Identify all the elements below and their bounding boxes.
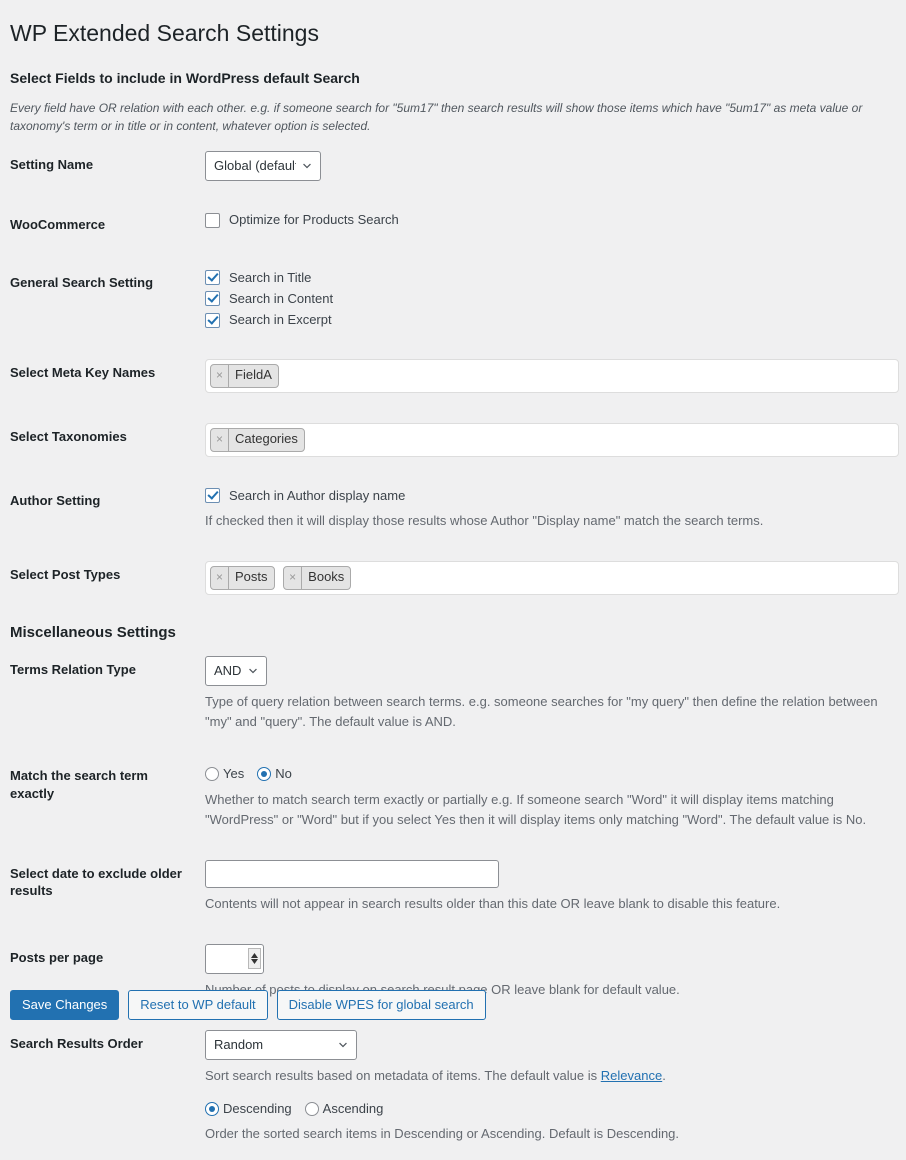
post-types-multiselect[interactable]: × Posts × Books (205, 561, 899, 596)
label-exclude-date: Select date to exclude older results (10, 865, 182, 899)
search-in-excerpt-label[interactable]: Search in Excerpt (229, 311, 332, 329)
action-button-bar: Save Changes Reset to WP default Disable… (0, 990, 486, 1020)
row-taxonomies: Select Taxonomies × Categories (10, 408, 906, 472)
label-meta-keys: Select Meta Key Names (10, 365, 156, 381)
section-title-fields: Select Fields to include in WordPress de… (10, 69, 360, 86)
results-order-desc-suffix: . (662, 1068, 666, 1084)
post-type-chip[interactable]: × Books (283, 566, 352, 591)
results-order-select[interactable]: Random (205, 1030, 357, 1061)
results-order-description: Sort search results based on metadata of… (205, 1066, 895, 1086)
label-match-exact: Match the search term exactly (10, 768, 148, 801)
label-post-types: Select Post Types (10, 567, 121, 583)
remove-chip-icon[interactable]: × (211, 429, 230, 451)
terms-relation-description: Type of query relation between search te… (205, 694, 878, 730)
fields-form-table: Setting Name Global (default) WooCommerc… (10, 136, 906, 610)
search-in-excerpt-checkbox[interactable] (205, 312, 220, 328)
row-exclude-date: Select date to exclude older results Con… (10, 845, 906, 929)
order-ascending-radio[interactable] (304, 1102, 319, 1117)
row-meta-keys: Select Meta Key Names × FieldA (10, 344, 906, 408)
label-taxonomies: Select Taxonomies (10, 429, 127, 445)
results-order-select-wrap: Random (205, 1030, 357, 1061)
label-woocommerce: WooCommerce (10, 217, 106, 233)
save-changes-button[interactable]: Save Changes (10, 990, 120, 1020)
remove-chip-icon[interactable]: × (211, 365, 230, 388)
label-setting-name: Setting Name (10, 157, 94, 173)
match-exact-description: Whether to match search term exactly or … (205, 791, 867, 827)
taxonomy-chip[interactable]: × Categories (210, 428, 305, 452)
reset-to-wp-default-button[interactable]: Reset to WP default (128, 990, 268, 1020)
row-post-types: Select Post Types × Posts × Books (10, 546, 906, 610)
match-exact-yes-label[interactable]: Yes (223, 765, 244, 783)
general-search-item-content[interactable]: Search in Content (205, 290, 896, 308)
disable-wpes-button[interactable]: Disable WPES for global search (276, 990, 486, 1020)
post-type-chip-label: Books (308, 569, 345, 585)
row-author-setting: Author Setting Search in Author display … (10, 472, 906, 546)
stepper-buttons[interactable] (248, 947, 261, 969)
taxonomy-chip-label: Categories (235, 431, 298, 447)
search-in-title-label[interactable]: Search in Title (229, 269, 311, 287)
author-display-name-checkbox[interactable] (205, 488, 220, 504)
remove-chip-icon[interactable]: × (284, 567, 303, 590)
label-terms-relation: Terms Relation Type (10, 662, 136, 678)
author-setting-description: If checked then it will display those re… (205, 513, 764, 529)
page-title: WP Extended Search Settings (10, 20, 319, 46)
intro-description: Every field have OR relation with each o… (10, 100, 863, 134)
general-search-item-excerpt[interactable]: Search in Excerpt (205, 311, 896, 329)
stepper-up-icon[interactable] (251, 952, 258, 958)
terms-relation-select-wrap: AND (205, 656, 267, 687)
misc-form-table: Terms Relation Type AND Type of query re… (10, 641, 906, 1160)
setting-name-select[interactable]: Global (default) (205, 151, 321, 182)
settings-page: WP Extended Search Settings Select Field… (0, 0, 906, 1160)
setting-name-select-wrap: Global (default) (205, 151, 321, 182)
woocommerce-checkbox-label[interactable]: Optimize for Products Search (229, 211, 399, 229)
search-in-title-checkbox[interactable] (205, 270, 220, 286)
remove-chip-icon[interactable]: × (211, 567, 230, 590)
meta-key-chip-label: FieldA (235, 367, 272, 383)
results-order-desc-text: Sort search results based on metadata of… (205, 1068, 601, 1084)
match-exact-radio-group: Yes No (205, 765, 896, 783)
author-setting-checkbox-row[interactable]: Search in Author display name (205, 487, 896, 505)
posts-per-page-stepper[interactable] (205, 943, 264, 974)
order-descending-label[interactable]: Descending (223, 1100, 292, 1118)
row-match-exact: Match the search term exactly Yes No Whe… (10, 747, 906, 844)
stepper-down-icon[interactable] (251, 958, 258, 964)
search-in-content-checkbox[interactable] (205, 291, 220, 307)
woocommerce-checkbox[interactable] (205, 212, 220, 228)
post-type-chip-label: Posts (235, 569, 268, 585)
meta-keys-multiselect[interactable]: × FieldA (205, 359, 899, 394)
match-exact-no-label[interactable]: No (275, 765, 292, 783)
relevance-link[interactable]: Relevance (601, 1068, 662, 1083)
taxonomies-multiselect[interactable]: × Categories (205, 423, 899, 457)
section-title-misc: Miscellaneous Settings (10, 624, 176, 642)
order-ascending-label[interactable]: Ascending (323, 1100, 384, 1118)
woocommerce-checkbox-row[interactable]: Optimize for Products Search (205, 211, 896, 229)
post-type-chip[interactable]: × Posts (210, 566, 275, 591)
match-exact-yes-radio[interactable] (205, 767, 219, 782)
row-terms-relation: Terms Relation Type AND Type of query re… (10, 641, 906, 747)
label-author-setting: Author Setting (10, 492, 101, 508)
search-in-content-label[interactable]: Search in Content (229, 290, 333, 308)
general-search-item-title[interactable]: Search in Title (205, 269, 896, 287)
author-display-name-label[interactable]: Search in Author display name (229, 487, 405, 505)
terms-relation-select[interactable]: AND (205, 656, 267, 687)
row-results-order: Search Results Order Random Sort search … (10, 1015, 906, 1159)
label-results-order: Search Results Order (10, 1036, 143, 1052)
exclude-date-input[interactable] (205, 859, 499, 888)
row-woocommerce: WooCommerce Optimize for Products Search (10, 196, 906, 254)
row-setting-name: Setting Name Global (default) (10, 136, 906, 196)
label-general-search: General Search Setting (10, 274, 154, 290)
row-general-search: General Search Setting Search in Title S… (10, 254, 906, 345)
order-direction-description: Order the sorted search items in Descend… (205, 1126, 680, 1142)
exclude-date-description: Contents will not appear in search resul… (205, 895, 781, 911)
order-direction-radio-group: Descending Ascending (205, 1100, 896, 1118)
order-descending-radio[interactable] (205, 1102, 219, 1117)
meta-key-chip[interactable]: × FieldA (210, 364, 279, 389)
match-exact-no-radio[interactable] (257, 767, 272, 782)
